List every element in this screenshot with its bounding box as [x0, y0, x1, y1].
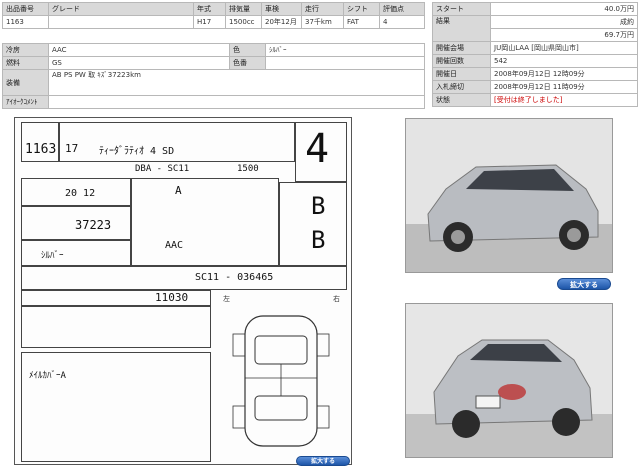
comment-label: ｱｲｵｰｸｺﾒﾝﾄ	[2, 95, 49, 109]
year-value: H17	[193, 15, 226, 29]
deadline-row: 入札締切 2008年09月12日 11時09分	[432, 80, 638, 94]
color-value: ｼﾙﾊﾞｰ	[265, 43, 425, 57]
state-label: 状態	[432, 93, 491, 107]
displacement-label: 排気量	[225, 2, 262, 16]
sheet-year: 17	[65, 142, 79, 155]
ac-label: 冷房	[2, 43, 49, 57]
car-rear-icon	[406, 304, 612, 457]
fuel-value: GS	[48, 56, 230, 70]
sheet-chassis: SC11 - 036465	[195, 272, 274, 283]
ac-value: AAC	[48, 43, 230, 57]
sheet-right-label: 右	[333, 295, 340, 303]
sheet-ac: AAC	[165, 240, 184, 251]
date-label: 開催日	[432, 67, 491, 81]
color-no-label: 色番	[229, 56, 266, 70]
sheet-inspection: 20 12	[65, 188, 96, 199]
result-row: 結果 成約	[432, 15, 638, 42]
comment-row: ｱｲｵｰｸｺﾒﾝﾄ	[2, 95, 425, 109]
deadline-value: 2008年09月12日 11時09分	[490, 80, 638, 94]
sheet-new-price: 11030	[155, 291, 189, 304]
equip-value: AB PS PW 取 ｷｽﾞ37223km	[48, 69, 425, 96]
venue-label: 開催会場	[432, 41, 491, 55]
ac-row: 冷房 AAC 色 ｼﾙﾊﾞｰ	[2, 43, 425, 57]
state-row: 状態 [受付は終了しました]	[432, 93, 638, 107]
start-value: 40.0万円	[490, 2, 638, 16]
inspection-value: 20年12月	[261, 15, 302, 29]
date-value: 2008年09月12日 12時09分	[490, 67, 638, 81]
comment-value	[48, 95, 425, 109]
car-front-icon	[406, 119, 612, 272]
mileage-label: 走行	[301, 2, 344, 16]
venue-value: JU岡山LAA [岡山県岡山市]	[490, 41, 638, 55]
start-row: スタート 40.0万円	[432, 2, 638, 16]
year-label: 年式	[193, 2, 226, 16]
grade-value	[48, 15, 194, 29]
fuel-row: 燃料 GS 色番	[2, 56, 425, 70]
score-label: 評価点	[379, 2, 425, 16]
inspection-label: 車検	[261, 2, 302, 16]
car-photo-rear[interactable]	[405, 303, 613, 458]
sheet-left-label: 左	[223, 295, 230, 303]
info-header-row: 出品番号 グレード 年式 排気量 車検 走行 シフト 評価点	[2, 2, 425, 16]
session-label: 開催回数	[432, 54, 491, 68]
start-label: スタート	[432, 2, 491, 16]
vehicle-info-table: 出品番号 グレード 年式 排気量 車検 走行 シフト 評価点 1163 H17 …	[2, 2, 425, 29]
vehicle-detail-table: 冷房 AAC 色 ｼﾙﾊﾞｰ 燃料 GS 色番 装備 AB PS PW 取 ｷｽ…	[2, 43, 425, 109]
sheet-model-box	[59, 122, 295, 162]
result-label: 結果	[432, 15, 491, 42]
fuel-label: 燃料	[2, 56, 49, 70]
equip-label: 装備	[2, 69, 49, 96]
sheet-interior-box	[131, 178, 279, 266]
state-value: [受付は終了しました]	[490, 93, 638, 107]
sheet-score: 4	[305, 126, 330, 172]
color-label: 色	[229, 43, 266, 57]
sheet-color-box	[21, 240, 131, 266]
sheet-grade-code: DBA - SC11	[135, 164, 190, 174]
color-no-value	[265, 56, 425, 70]
deadline-label: 入札締切	[432, 80, 491, 94]
date-row: 開催日 2008年09月12日 12時09分	[432, 67, 638, 81]
displacement-value: 1500cc	[225, 15, 262, 29]
auction-sheet-image[interactable]: 1163 17 ﾃｨｰﾀﾞﾗﾃｨｵ 4 SD 4 DBA - SC11 1500…	[14, 117, 352, 465]
lot-no-value: 1163	[2, 15, 49, 29]
session-row: 開催回数 542	[432, 54, 638, 68]
sheet-notes-box	[21, 306, 211, 348]
sheet-model: ﾃｨｰﾀﾞﾗﾃｨｵ 4 SD	[99, 146, 175, 157]
shift-label: シフト	[343, 2, 380, 16]
car-diagram-icon	[232, 315, 330, 447]
sheet-lot-number: 1163	[25, 142, 57, 157]
shift-value: FAT	[343, 15, 380, 29]
car-photo-front[interactable]	[405, 118, 613, 273]
result-price: 69.7万円	[490, 28, 638, 42]
enlarge-button[interactable]: 拡大する	[557, 278, 611, 290]
sheet-mileage: 37223	[75, 218, 112, 232]
sheet-chassis-box	[21, 266, 347, 290]
sheet-interior-score: B	[311, 192, 326, 220]
info-value-row: 1163 H17 1500cc 20年12月 37千km FAT 4	[2, 15, 425, 29]
sheet-notes-line: ﾒｲﾙｶﾊﾞｰA	[29, 371, 66, 381]
enlarge-sheet-button[interactable]: 拡大する	[296, 456, 350, 466]
score-value: 4	[379, 15, 425, 29]
auction-status-table: スタート 40.0万円 結果 成約 69.7万円 開催会場 JU岡山LAA [岡…	[432, 2, 638, 107]
lot-no-label: 出品番号	[2, 2, 49, 16]
sheet-color: ｼﾙﾊﾞｰ	[41, 251, 64, 261]
result-value: 成約	[490, 15, 638, 29]
sheet-cc: 1500	[237, 164, 259, 174]
venue-row: 開催会場 JU岡山LAA [岡山県岡山市]	[432, 41, 638, 55]
mileage-value: 37千km	[301, 15, 344, 29]
sheet-ext-score: B	[311, 226, 326, 254]
session-value: 542	[490, 54, 638, 68]
grade-label: グレード	[48, 2, 194, 16]
equip-row: 装備 AB PS PW 取 ｷｽﾞ37223km	[2, 69, 425, 96]
sheet-interior-mark: A	[175, 184, 182, 197]
